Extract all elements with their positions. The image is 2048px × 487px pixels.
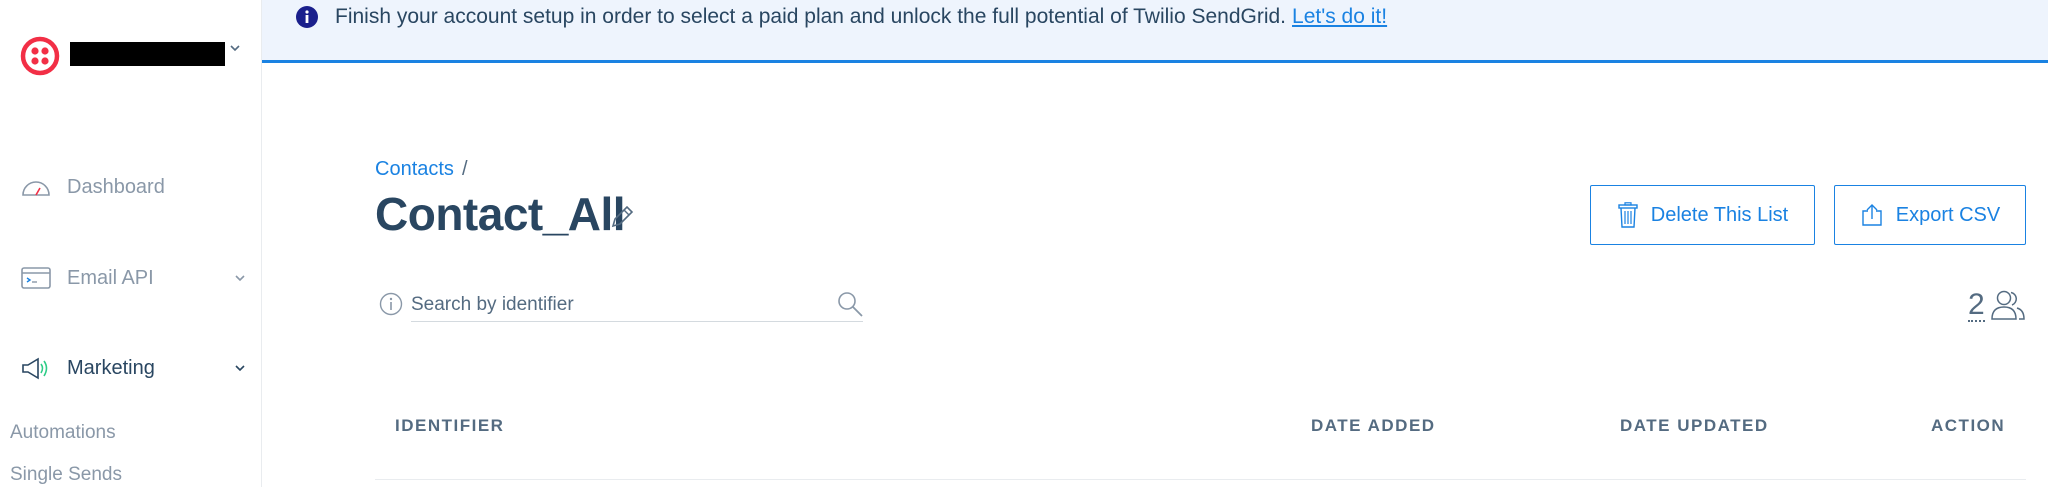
chevron-down-icon[interactable] [227, 40, 243, 56]
info-icon [296, 6, 318, 28]
lets-do-it-link[interactable]: Let's do it! [1292, 5, 1387, 28]
search-icon[interactable] [836, 290, 864, 318]
sidebar-subitem-single-sends[interactable]: Single Sends [10, 464, 122, 486]
breadcrumb-contacts-link[interactable]: Contacts [375, 158, 454, 180]
breadcrumb: Contacts / [375, 158, 468, 181]
search-input[interactable] [411, 288, 863, 322]
sidebar-item-label: Marketing [67, 356, 155, 379]
people-icon [1991, 290, 2025, 320]
delete-list-label: Delete This List [1650, 203, 1789, 226]
chevron-down-icon[interactable] [232, 360, 248, 376]
banner-text: Finish your account setup in order to se… [335, 5, 1287, 28]
contact-count[interactable]: 2 [1968, 290, 1985, 322]
column-header-date-added[interactable]: DATE ADDED [1311, 416, 1436, 436]
page-title: Contact_All [375, 188, 626, 240]
sidebar-item-marketing[interactable]: Marketing [0, 348, 262, 388]
export-upload-icon [1862, 204, 1882, 226]
twilio-logo-icon[interactable] [20, 36, 60, 76]
trash-icon [1618, 202, 1638, 228]
breadcrumb-separator: / [461, 158, 468, 180]
sidebar: Dashboard Email API Marketing Automation… [0, 0, 262, 487]
column-header-action: ACTION [1931, 416, 2006, 435]
sidebar-item-label: Dashboard [67, 175, 165, 198]
sidebar-item-dashboard[interactable]: Dashboard [0, 167, 262, 207]
contacts-table-header: IDENTIFIER DATE ADDED DATE UPDATED ACTIO… [375, 400, 2026, 480]
export-csv-label: Export CSV [1895, 203, 2001, 226]
email-api-icon [21, 267, 51, 289]
megaphone-icon [22, 357, 48, 380]
pencil-edit-icon[interactable] [608, 203, 636, 231]
dashboard-gauge-icon [22, 181, 50, 196]
account-setup-banner: Finish your account setup in order to se… [262, 0, 2048, 63]
sidebar-subitem-automations[interactable]: Automations [10, 422, 116, 444]
banner-message: Finish your account setup in order to se… [335, 5, 1387, 29]
export-csv-button[interactable]: Export CSV [1834, 185, 2026, 245]
chevron-down-icon[interactable] [232, 270, 248, 286]
delete-list-button[interactable]: Delete This List [1590, 185, 1815, 245]
sidebar-item-label: Email API [67, 266, 154, 289]
account-name-redacted[interactable] [70, 42, 225, 66]
sidebar-item-email-api[interactable]: Email API [0, 258, 262, 298]
column-header-date-updated[interactable]: DATE UPDATED [1620, 416, 1769, 436]
info-circle-icon[interactable] [379, 292, 403, 316]
column-header-identifier[interactable]: IDENTIFIER [395, 416, 504, 436]
